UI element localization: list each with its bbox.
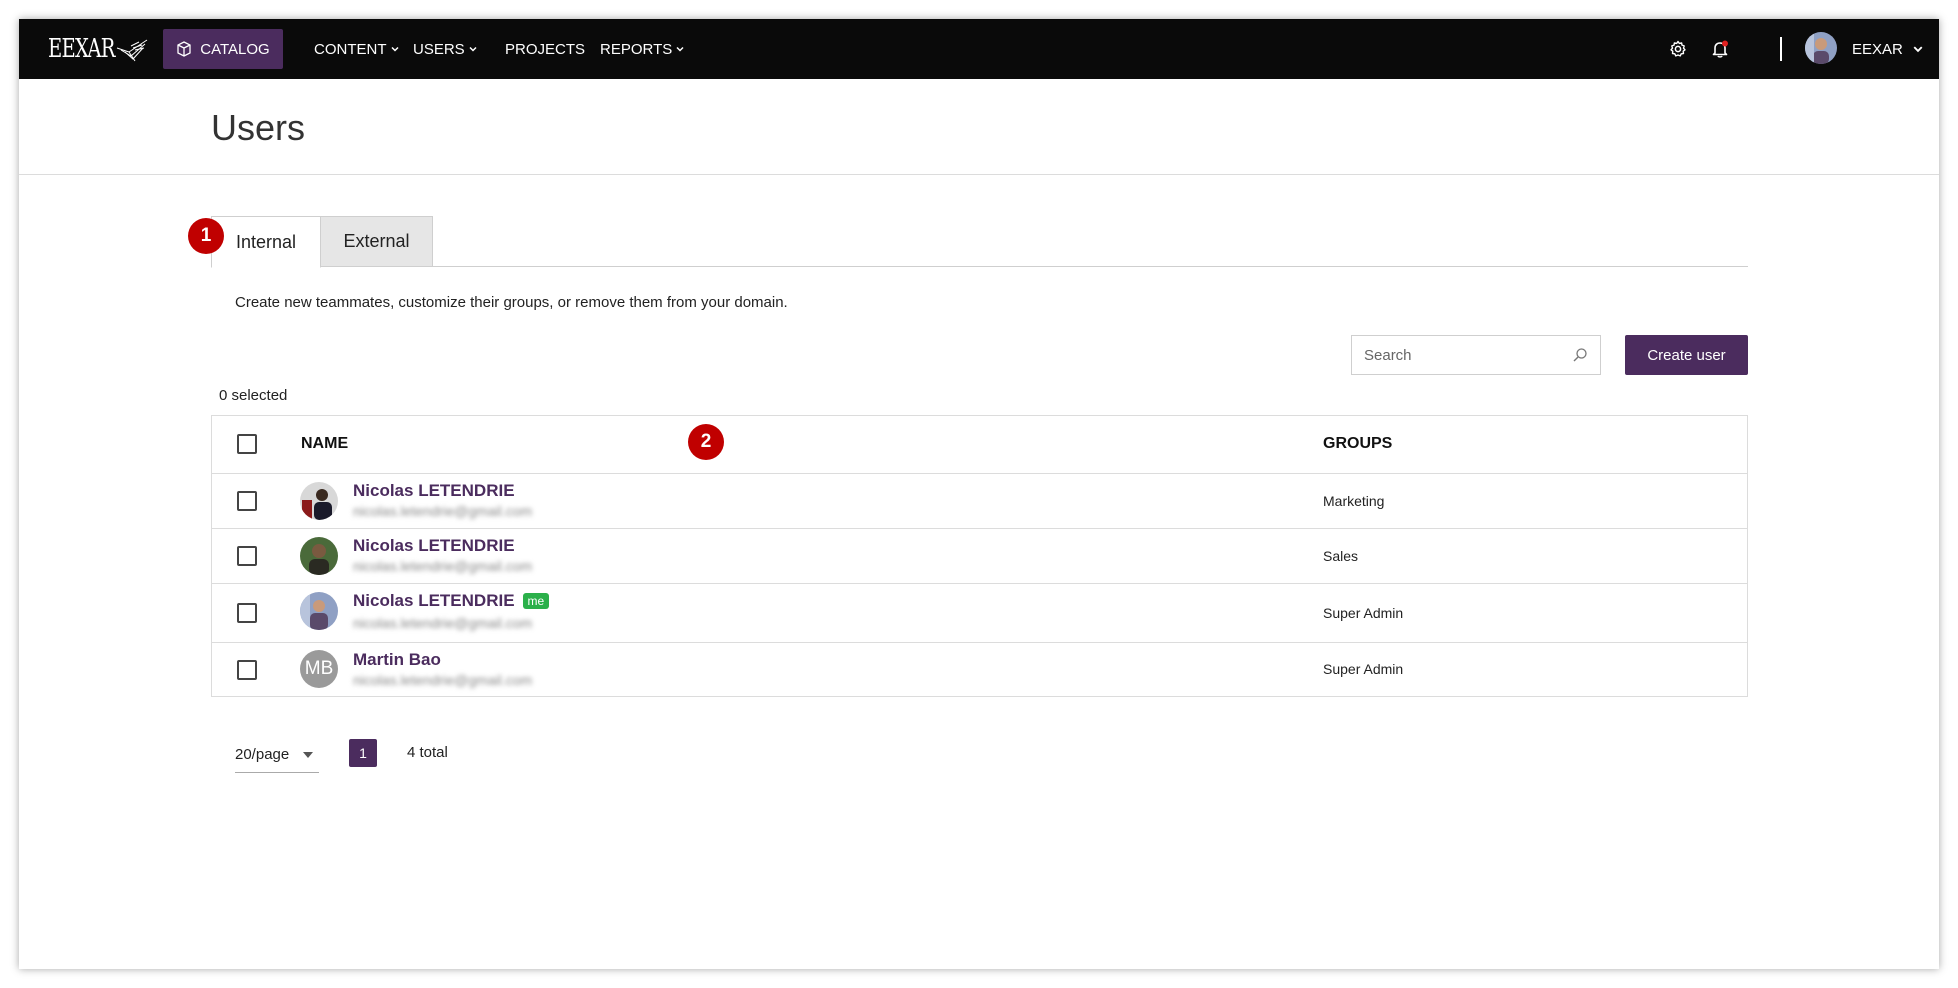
bell-icon [1712, 40, 1728, 58]
avatar-initials: MB [300, 650, 338, 688]
app-window: EEXAR CATALOG CONTENT USERS PROJECTS REP… [19, 19, 1939, 969]
page-header: Users [19, 79, 1939, 175]
top-navigation: EEXAR CATALOG CONTENT USERS PROJECTS REP… [19, 19, 1939, 79]
user-group: Super Admin [1323, 661, 1404, 677]
user-name-label: EEXAR [1852, 40, 1903, 58]
me-badge: me [522, 592, 550, 609]
page-size-select[interactable]: 20/page [235, 737, 319, 773]
logo[interactable]: EEXAR [48, 33, 149, 65]
groups-column-header[interactable]: GROUPS [1323, 435, 1392, 453]
search-input[interactable] [1364, 346, 1572, 364]
avatar [300, 482, 338, 520]
row-checkbox[interactable] [237, 660, 257, 680]
user-group: Sales [1323, 548, 1359, 564]
page-title: Users [211, 107, 306, 148]
create-user-button[interactable]: Create user [1625, 335, 1748, 375]
user-name-link[interactable]: Martin Bao [353, 650, 441, 670]
user-name-link[interactable]: Nicolas LETENDRIE [353, 591, 515, 610]
name-column-header[interactable]: NAME [301, 435, 348, 453]
notifications-button[interactable] [1708, 37, 1732, 61]
user-menu[interactable]: EEXAR [1852, 19, 1923, 79]
table-row[interactable]: Nicolas LETENDRIE me nicolas.letendrie@gm… [212, 583, 1747, 642]
tab-external[interactable]: External [321, 216, 433, 267]
nav-item-label: PROJECTS [505, 40, 586, 58]
users-table: NAME GROUPS Nicolas LETENDRIE nicolas.le… [211, 415, 1748, 697]
table-row[interactable]: Nicolas LETENDRIE nicolas.letendrie@gmai… [212, 528, 1747, 583]
cube-icon [177, 41, 191, 57]
avatar-photo-icon [300, 482, 338, 520]
user-email: nicolas.letendrie@gmail.com [353, 558, 533, 574]
user-email: nicolas.letendrie@gmail.com [353, 503, 533, 519]
select-all-checkbox[interactable] [237, 434, 257, 454]
caret-down-icon [303, 751, 313, 758]
row-checkbox[interactable] [237, 603, 257, 623]
chevron-down-icon [1913, 46, 1923, 53]
nav-divider [1780, 37, 1782, 61]
avatar-photo-icon [1805, 32, 1837, 64]
user-group: Marketing [1323, 493, 1385, 509]
chevron-down-icon [469, 46, 477, 52]
nav-item-projects[interactable]: PROJECTS [505, 19, 585, 79]
user-group: Super Admin [1323, 605, 1404, 621]
nav-item-content[interactable]: CONTENT [314, 19, 399, 79]
nav-item-reports[interactable]: REPORTS [600, 19, 684, 79]
table-row[interactable]: MB Martin Bao nicolas.letendrie@gmail.co… [212, 642, 1747, 696]
chevron-down-icon [390, 46, 399, 52]
search-box[interactable] [1351, 335, 1601, 375]
user-avatar[interactable] [1805, 32, 1837, 64]
catalog-button[interactable]: CATALOG [163, 29, 283, 69]
step-marker-1: 1 [188, 218, 224, 254]
page-size-value: 20/page [235, 746, 290, 763]
search-icon[interactable] [1572, 347, 1588, 363]
user-email: nicolas.letendrie@gmail.com [353, 615, 533, 631]
avatar-photo-icon [300, 592, 338, 630]
chevron-down-icon [676, 46, 684, 52]
page-description: Create new teammates, customize their gr… [235, 294, 788, 311]
user-email: nicolas.letendrie@gmail.com [353, 672, 533, 688]
user-name-link[interactable]: Nicolas LETENDRIE [353, 481, 515, 501]
total-count: 4 total [407, 744, 448, 761]
selected-count: 0 selected [219, 387, 288, 404]
nav-item-label: CONTENT [314, 40, 387, 58]
tab-internal[interactable]: Internal [211, 216, 321, 268]
avatar [300, 592, 338, 630]
tab-bar: Internal External [211, 216, 1748, 268]
user-name-cell[interactable]: Nicolas LETENDRIE me [353, 591, 550, 611]
nav-item-label: USERS [413, 40, 465, 58]
avatar-photo-icon [300, 537, 338, 575]
table-row[interactable]: Nicolas LETENDRIE nicolas.letendrie@gmai… [212, 473, 1747, 528]
logo-text: EEXAR [48, 34, 115, 64]
bird-logo-icon [116, 39, 148, 62]
gear-icon [1670, 40, 1686, 57]
catalog-label: CATALOG [200, 40, 270, 58]
row-checkbox[interactable] [237, 546, 257, 566]
settings-button[interactable] [1666, 37, 1690, 61]
step-marker-2: 2 [688, 424, 724, 460]
row-checkbox[interactable] [237, 491, 257, 511]
table-header-row: NAME GROUPS [212, 416, 1747, 473]
page-button-1[interactable]: 1 [349, 739, 377, 767]
user-name-link[interactable]: Nicolas LETENDRIE [353, 536, 515, 556]
nav-item-label: REPORTS [600, 40, 673, 58]
nav-item-users[interactable]: USERS [413, 19, 477, 79]
avatar [300, 537, 338, 575]
